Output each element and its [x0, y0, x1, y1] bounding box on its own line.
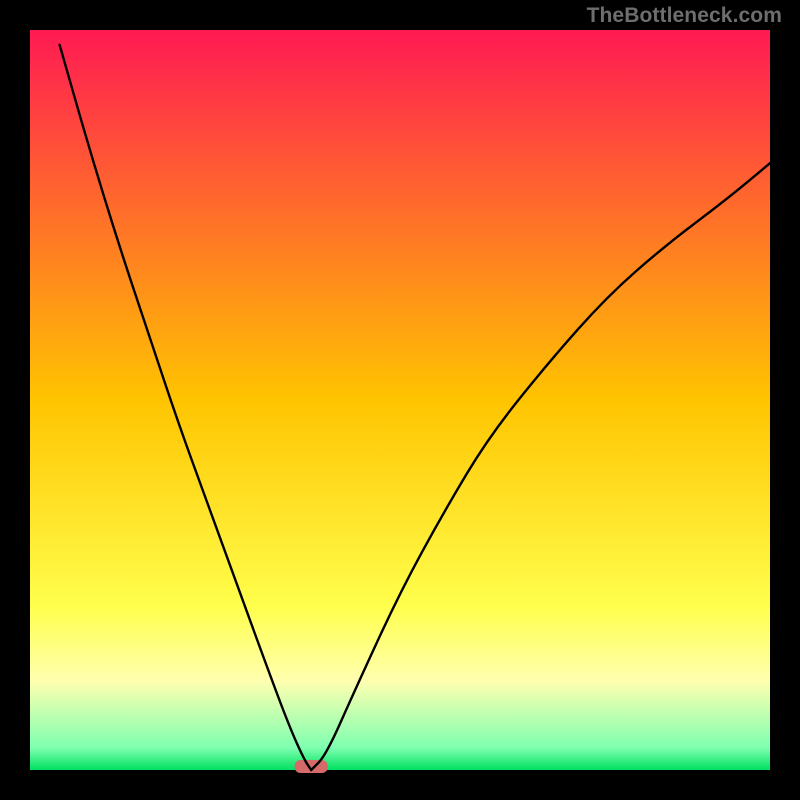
watermark-label: TheBottleneck.com [587, 4, 782, 28]
plot-background [30, 30, 770, 770]
bottleneck-chart [0, 0, 800, 800]
chart-container: TheBottleneck.com [0, 0, 800, 800]
